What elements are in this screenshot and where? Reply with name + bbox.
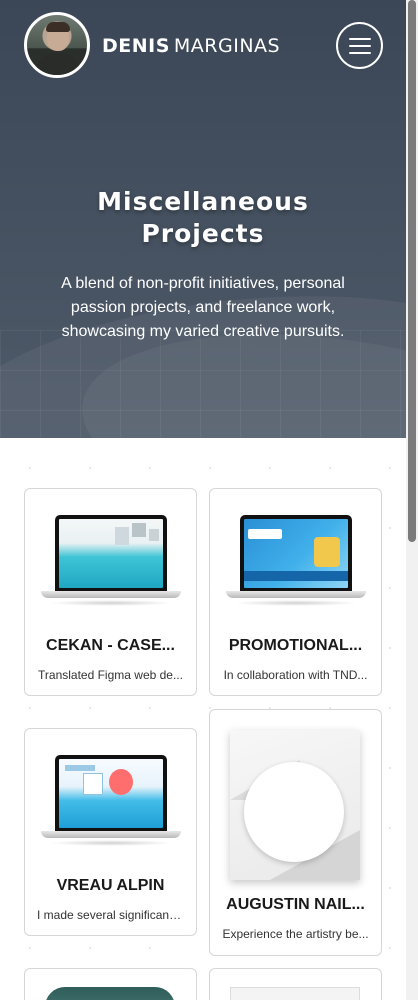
project-title: CEKAN - CASE... <box>46 637 175 654</box>
laptop-mockup-image <box>41 755 181 850</box>
project-title: AUGUSTIN NAIL... <box>226 896 365 913</box>
project-card[interactable]: CEKAN - CASE... Translated Figma web de.… <box>24 488 197 696</box>
project-description: I made several significant ... <box>37 908 186 922</box>
page-description: A blend of non-profit initiatives, perso… <box>61 275 345 340</box>
project-card[interactable]: PROMOTIONAL... In collaboration with TND… <box>209 488 382 696</box>
project-description: Translated Figma web de... <box>38 668 183 682</box>
project-card[interactable]: VREAU ALPIN I made several significant .… <box>24 728 197 936</box>
project-description: Experience the artistry be... <box>222 927 369 941</box>
brand-last-name: MARGINAS <box>173 35 281 57</box>
project-title: VREAU ALPIN <box>56 877 165 894</box>
project-cover-image <box>230 987 360 1000</box>
laptop-mockup-image <box>226 515 366 610</box>
page-title: Miscellaneous Projects <box>97 187 309 248</box>
site-logo[interactable]: DENIS MARGINAS <box>102 35 280 57</box>
project-card[interactable] <box>24 968 197 1000</box>
scrollbar-thumb[interactable] <box>408 0 416 542</box>
hero-section: DENIS MARGINAS Miscellaneous Projects A b… <box>0 0 406 438</box>
menu-button[interactable] <box>336 22 383 69</box>
hamburger-icon <box>348 37 371 40</box>
scrollbar[interactable] <box>406 0 418 1000</box>
project-cover-image <box>230 730 360 880</box>
laptop-mockup-image <box>41 515 181 610</box>
hero-grid-decoration <box>0 330 406 438</box>
project-description: In collaboration with TND... <box>223 668 368 682</box>
project-card[interactable]: AUGUSTIN NAIL... Experience the artistry… <box>209 709 382 956</box>
project-title: PROMOTIONAL... <box>228 637 363 654</box>
avatar[interactable] <box>24 12 90 78</box>
brand-first-name: DENIS <box>102 35 170 57</box>
project-card[interactable] <box>209 968 382 1000</box>
project-cover-image <box>45 987 175 1000</box>
